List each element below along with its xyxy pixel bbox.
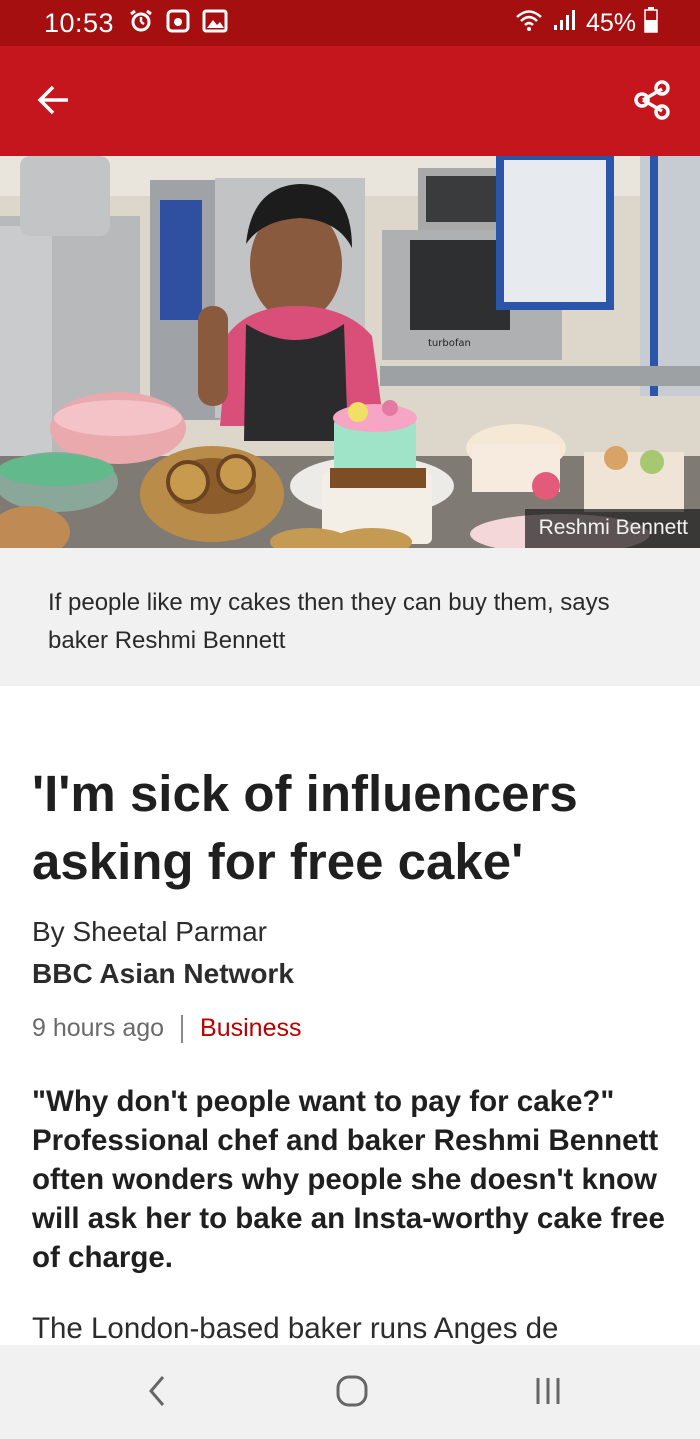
share-button[interactable] [626,76,678,128]
oven-brand-label: turbofan [428,338,471,349]
arrow-left-icon [36,82,72,123]
home-circle-icon [334,1373,370,1414]
article-headline: 'I'm sick of influencers asking for free… [32,765,578,890]
app-bar [0,46,700,156]
battery-percent: 45% [585,8,636,37]
system-nav-bar [0,1345,700,1439]
topic-link[interactable]: Business [200,1014,301,1043]
article-time: 9 hours ago [32,1014,165,1042]
alarm-clock-icon [128,8,154,39]
status-bar: 10:53 45% [0,0,700,46]
recents-icon [530,1373,566,1414]
caption-box: If people like my cakes then they can bu… [0,548,700,686]
wifi-icon [514,8,544,39]
image-credit: Reshmi Bennett [524,509,700,548]
nav-recents-button[interactable] [528,1373,568,1413]
image-caption: If people like my cakes then they can bu… [48,589,610,654]
article-organisation: BBC Asian Network [32,958,294,989]
article-body-paragraph: The London-based baker runs Anges de [32,1312,559,1345]
hero-photo: turbofan [0,156,700,548]
notification-icon [166,9,190,38]
battery-icon [644,6,658,40]
article-meta: 9 hours ago Business [32,1014,302,1043]
hero-image[interactable]: turbofan Reshmi Bennett [0,156,700,548]
meta-divider [181,1014,184,1043]
nav-home-button[interactable] [332,1373,372,1413]
share-icon [632,79,672,125]
nav-back-button[interactable] [138,1373,178,1413]
signal-icon [552,8,578,39]
status-time: 10:53 [44,7,115,38]
article-lede: "Why don't people want to pay for cake?"… [32,1085,665,1274]
gallery-icon [202,9,228,38]
back-chevron-icon [145,1373,171,1414]
back-button[interactable] [28,76,80,128]
article-byline: By Sheetal Parmar [32,916,267,947]
